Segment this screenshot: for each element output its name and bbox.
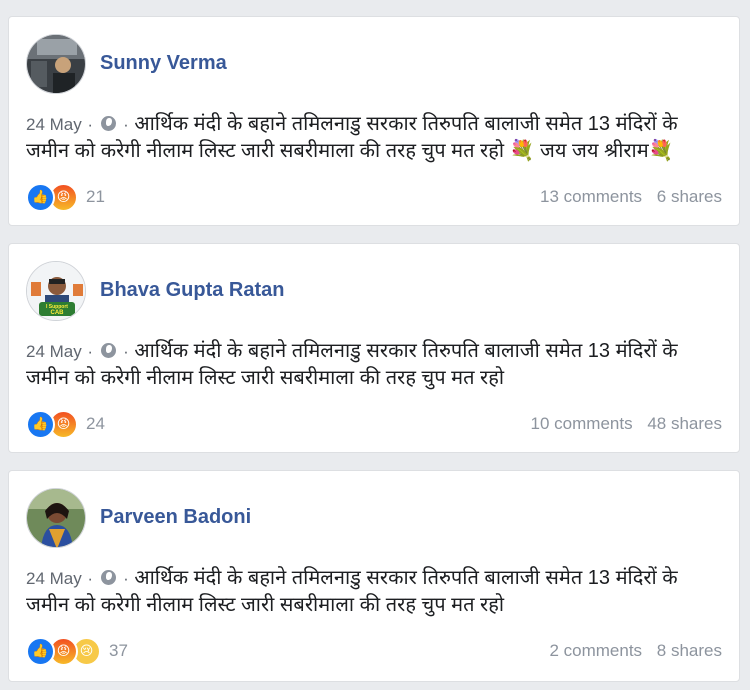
post-stats: 10 comments 48 shares — [521, 414, 722, 434]
post-date[interactable]: 24 May — [26, 342, 82, 361]
post-text: 24 May · · आर्थिक मंदी के बहाने तमिलनाडु… — [26, 111, 725, 165]
reaction-count[interactable]: 21 — [86, 187, 105, 207]
reaction-count[interactable]: 37 — [109, 641, 128, 661]
post-text-suffix: जय जय श्रीराम — [540, 140, 649, 162]
post-stats: 13 comments 6 shares — [530, 187, 722, 207]
avatar[interactable]: I Support CAB — [26, 261, 86, 321]
post-stats: 2 comments 8 shares — [539, 641, 722, 661]
separator: · — [123, 569, 129, 588]
post-text-line2: जमीन को करेगी नीलाम लिस्ट जारी सबरीमाला … — [26, 367, 505, 389]
post-text-line2: जमीन को करेगी नीलाम लिस्ट जारी सबरीमाला … — [26, 140, 505, 162]
post-card: Sunny Verma 24 May · · आर्थिक मंदी के बह… — [8, 16, 740, 226]
post-text-line2: जमीन को करेगी नीलाम लिस्ट जारी सबरीमाला … — [26, 594, 505, 616]
shares-link[interactable]: 6 shares — [657, 187, 722, 206]
shares-link[interactable]: 48 shares — [647, 414, 722, 433]
reaction-count[interactable]: 24 — [86, 414, 105, 434]
separator: · — [87, 115, 93, 134]
like-icon: 👍 — [26, 182, 55, 212]
post-text-line1: आर्थिक मंदी के बहाने तमिलनाडु सरकार तिरु… — [134, 340, 678, 362]
post-text: 24 May · · आर्थिक मंदी के बहाने तमिलनाडु… — [26, 338, 725, 392]
separator: · — [87, 342, 93, 361]
separator: · — [87, 569, 93, 588]
like-icon: 👍 — [26, 636, 55, 666]
author-name[interactable]: Bhava Gupta Ratan — [100, 279, 284, 302]
news-feed: Sunny Verma 24 May · · आर्थिक मंदी के बह… — [0, 0, 750, 690]
bouquet-icon: 💐 — [509, 140, 535, 162]
shares-link[interactable]: 8 shares — [657, 641, 722, 660]
separator: · — [123, 342, 129, 361]
author-name[interactable]: Parveen Badoni — [100, 506, 251, 529]
post-card: Parveen Badoni 24 May · · आर्थिक मंदी के… — [8, 470, 740, 682]
reactions-bar[interactable]: 👍 😡 😢 37 — [26, 636, 128, 666]
post-card: I Support CAB Bhava Gupta Ratan 24 May ·… — [8, 243, 740, 453]
globe-icon — [100, 570, 116, 585]
reactions-bar[interactable]: 👍 😡 21 — [26, 182, 105, 212]
svg-text:CAB: CAB — [51, 310, 65, 316]
avatar[interactable] — [26, 488, 86, 548]
avatar[interactable] — [26, 34, 86, 94]
post-text: 24 May · · आर्थिक मंदी के बहाने तमिलनाडु… — [26, 565, 725, 619]
comments-link[interactable]: 13 comments — [540, 187, 642, 206]
comments-link[interactable]: 2 comments — [549, 641, 642, 660]
globe-icon — [100, 116, 116, 131]
post-date[interactable]: 24 May — [26, 115, 82, 134]
post-date[interactable]: 24 May — [26, 569, 82, 588]
reactions-bar[interactable]: 👍 😡 24 — [26, 409, 105, 439]
separator: · — [123, 115, 129, 134]
author-name[interactable]: Sunny Verma — [100, 52, 227, 75]
bouquet-icon: 💐 — [648, 140, 674, 162]
comments-link[interactable]: 10 comments — [531, 414, 633, 433]
post-text-line1: आर्थिक मंदी के बहाने तमिलनाडु सरकार तिरु… — [134, 113, 678, 135]
globe-icon — [100, 343, 116, 358]
post-text-line1: आर्थिक मंदी के बहाने तमिलनाडु सरकार तिरु… — [134, 567, 678, 589]
like-icon: 👍 — [26, 409, 55, 439]
